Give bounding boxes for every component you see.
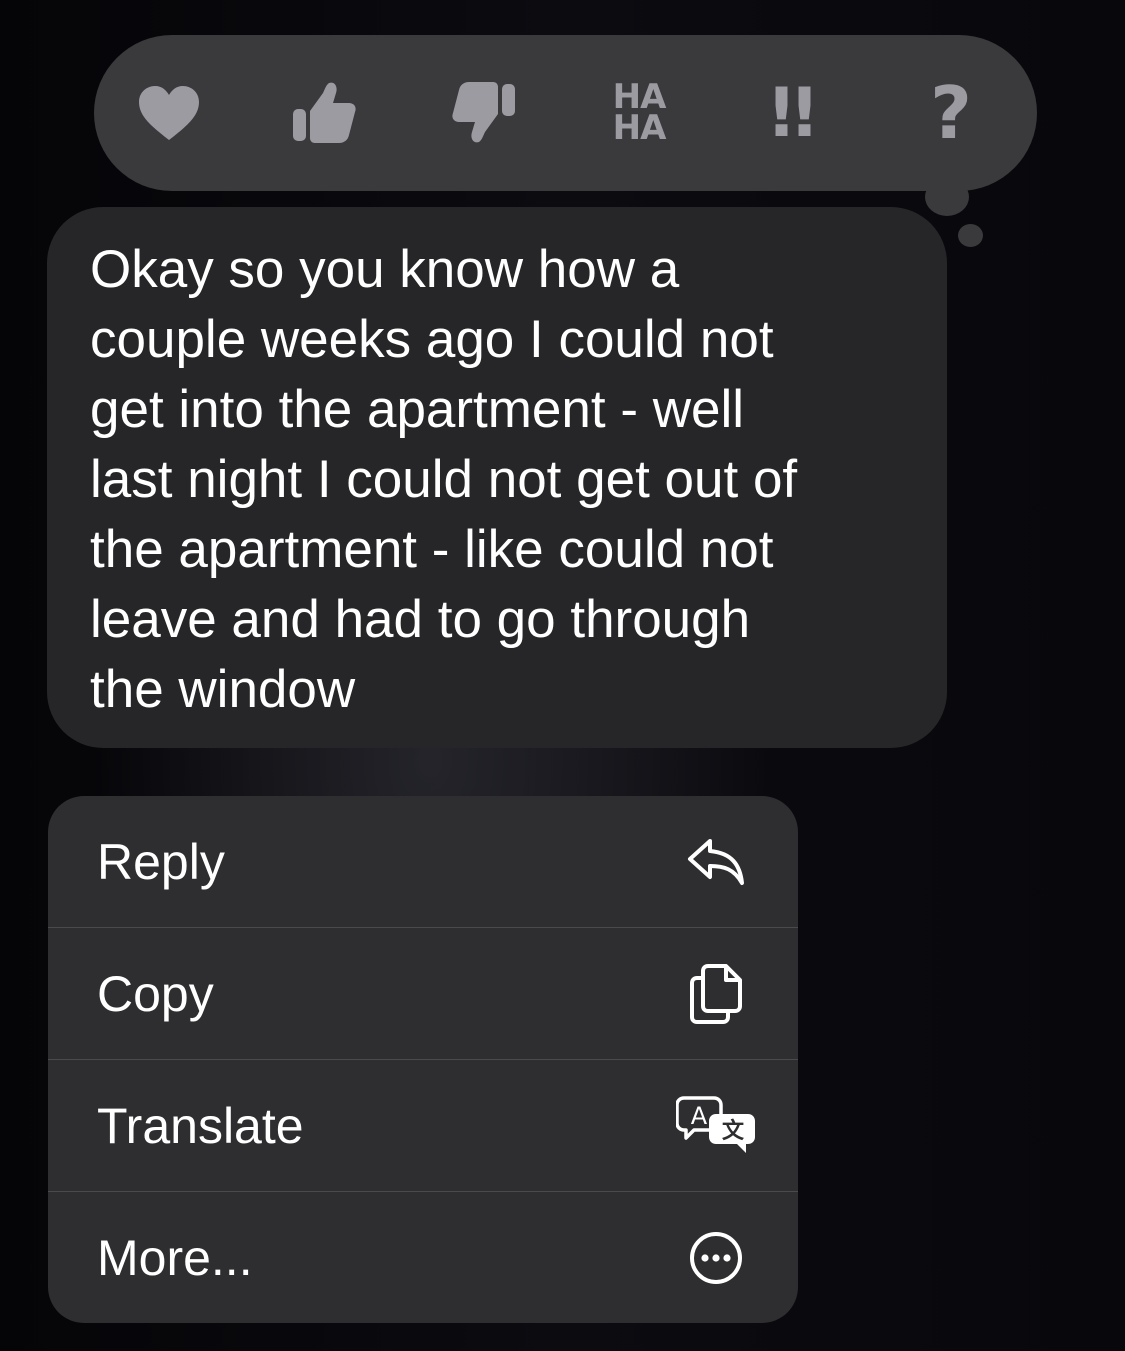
heart-tapback[interactable] (114, 35, 224, 191)
menu-item-label: More... (97, 1229, 253, 1286)
thumbs-up-icon (291, 81, 357, 145)
exclamation-icon: !! (765, 73, 820, 153)
menu-item-copy[interactable]: Copy (48, 928, 798, 1060)
message-text: Okay so you know how a couple weeks ago … (90, 240, 798, 719)
thumbs-up-tapback[interactable] (269, 35, 379, 191)
menu-item-label: Translate (97, 1097, 304, 1154)
tapback-bar: HA HA !! ? (94, 35, 1037, 191)
question-tapback[interactable]: ? (896, 35, 1006, 191)
tapback-bubble-tail-small (958, 224, 983, 247)
haha-tapback[interactable]: HA HA (584, 35, 694, 191)
menu-item-more[interactable]: More... (48, 1192, 798, 1323)
emphasize-tapback[interactable]: !! (734, 35, 844, 191)
thumbs-down-tapback[interactable] (429, 35, 539, 191)
message-bubble[interactable]: Okay so you know how a couple weeks ago … (47, 207, 947, 748)
haha-label: HA HA (612, 80, 667, 148)
menu-item-reply[interactable]: Reply (48, 796, 798, 928)
screen: HA HA !! ? Okay so you know how a couple… (0, 0, 1125, 1351)
haha-line-2: HA (612, 108, 667, 148)
thumbs-down-icon (451, 80, 517, 146)
question-icon: ? (930, 71, 972, 155)
menu-item-translate[interactable]: Translate A 文 (48, 1060, 798, 1192)
menu-item-label: Copy (97, 965, 214, 1022)
copy-icon (676, 959, 756, 1029)
translate-icon: A 文 (676, 1091, 756, 1161)
svg-text:A: A (691, 1102, 708, 1130)
svg-text:文: 文 (722, 1118, 745, 1144)
reply-icon (676, 827, 756, 897)
heart-icon (137, 84, 201, 142)
context-menu: Reply Copy Translate A 文 More... (48, 796, 798, 1323)
menu-item-label: Reply (97, 833, 225, 890)
more-icon (676, 1223, 756, 1293)
